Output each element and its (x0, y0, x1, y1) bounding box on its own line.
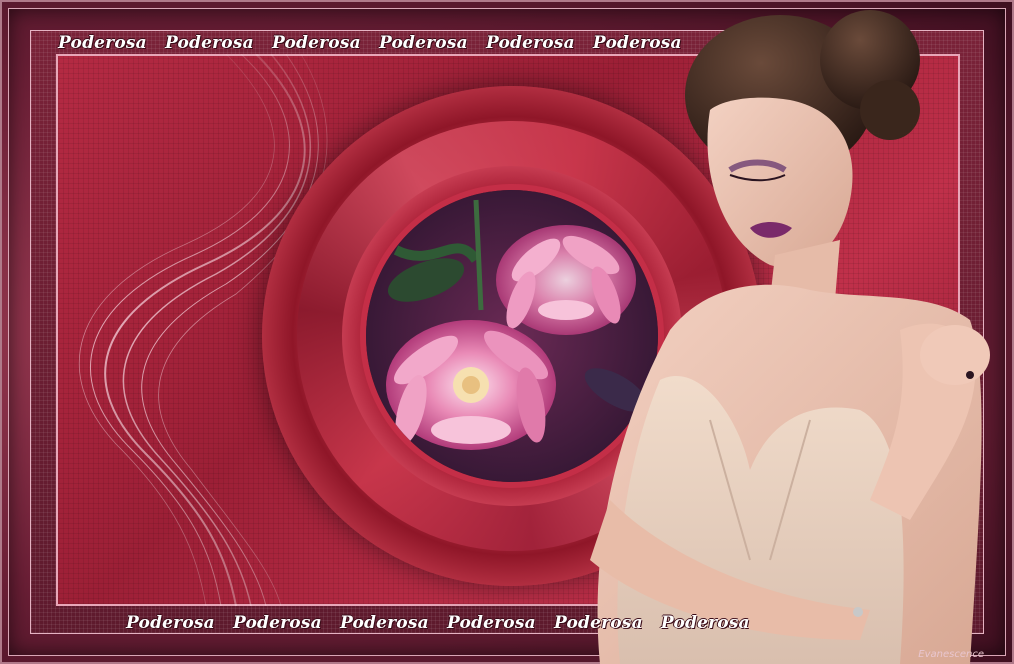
artwork-canvas: Poderosa Poderosa Poderosa Poderosa Pode… (0, 0, 1014, 664)
caption-word: Poderosa (232, 613, 322, 633)
caption-word: Poderosa (592, 33, 682, 53)
caption-word: Poderosa (164, 33, 254, 53)
caption-word: Poderosa (660, 613, 750, 633)
caption-word: Poderosa (446, 613, 536, 633)
caption-word: Poderosa (126, 613, 215, 633)
artist-signature: Evanescence (918, 649, 984, 660)
caption-word: Poderosa (553, 613, 643, 633)
bottom-caption: Poderosa Poderosa Poderosa Poderosa Pode… (126, 613, 762, 633)
caption-word: Poderosa (378, 33, 468, 53)
caption-word: Poderosa (271, 33, 361, 53)
woman-portrait (590, 10, 990, 664)
caption-word: Poderosa (58, 33, 147, 53)
caption-word: Poderosa (485, 33, 575, 53)
top-caption: Poderosa Poderosa Poderosa Poderosa Pode… (58, 33, 694, 53)
caption-word: Poderosa (339, 613, 429, 633)
